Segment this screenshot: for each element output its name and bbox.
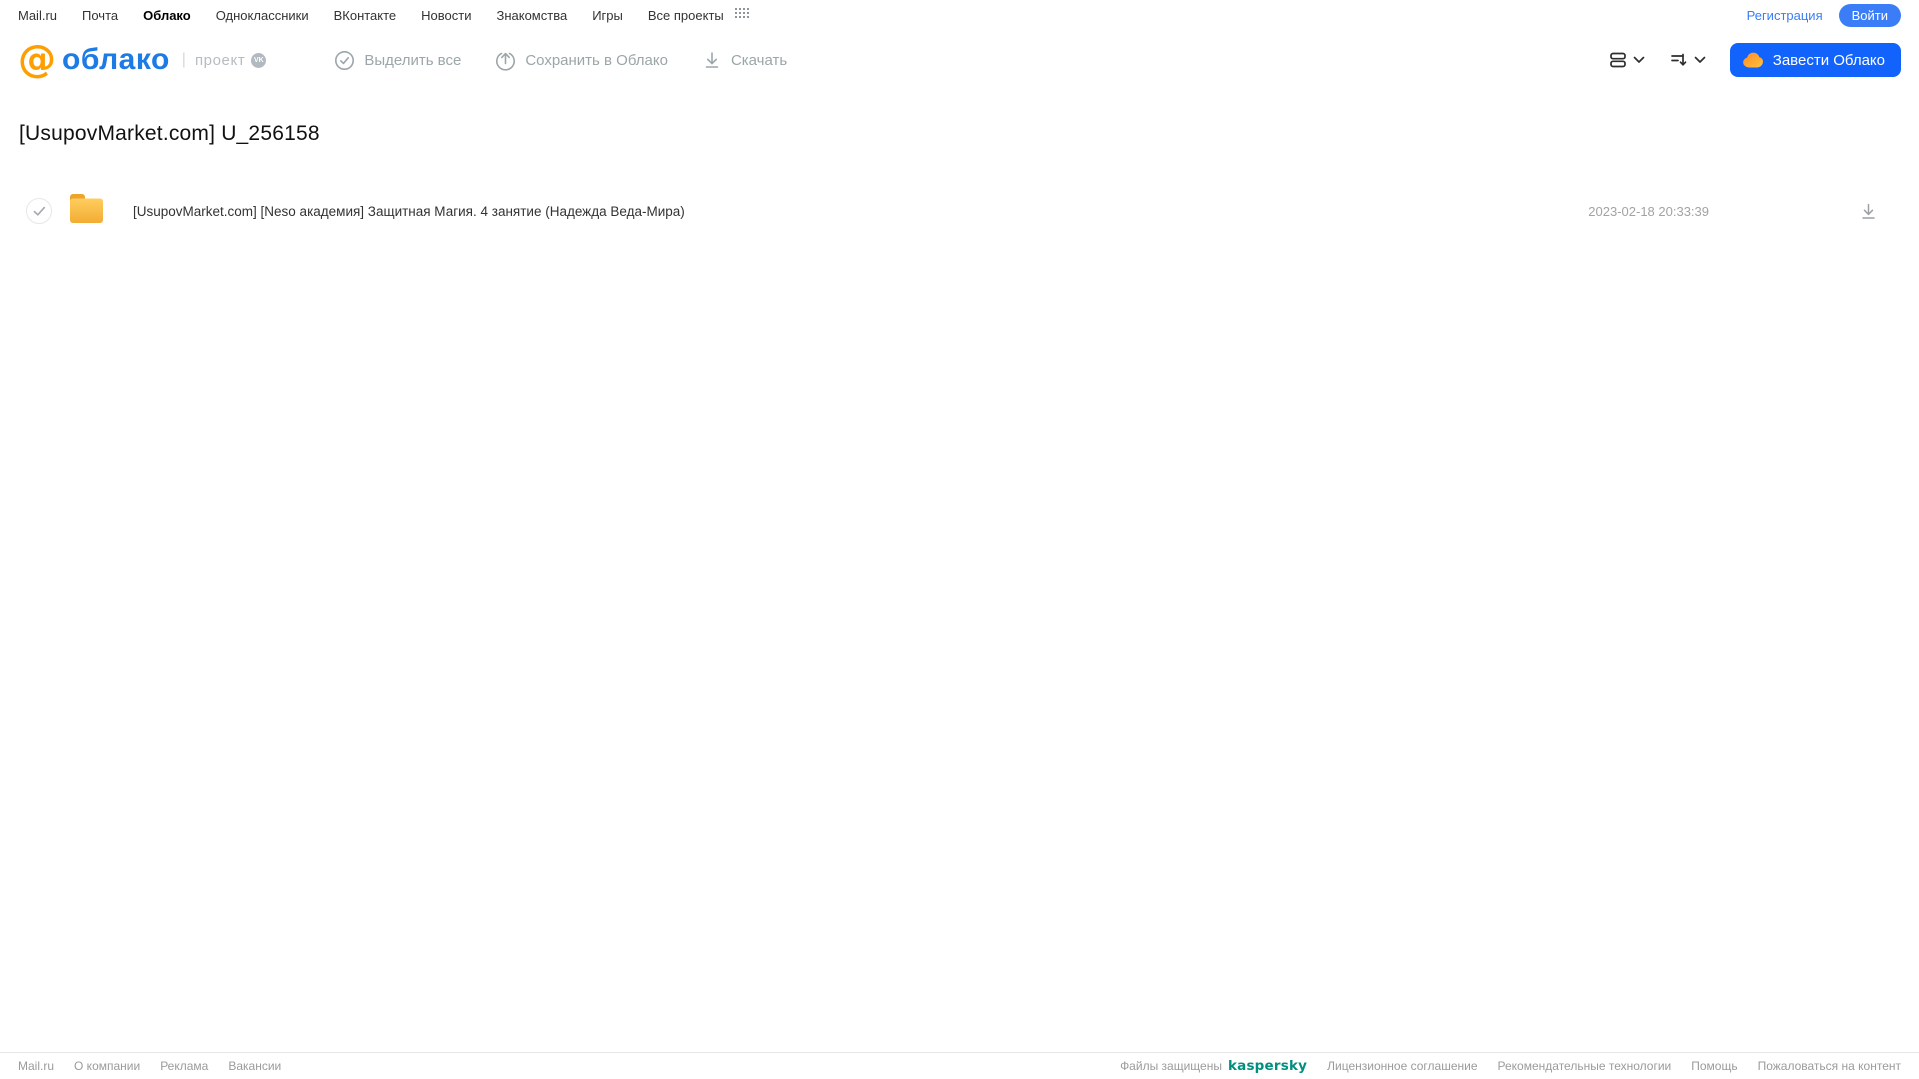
- page-title: [UsupovMarket.com] U_256158: [19, 122, 320, 145]
- sort-icon: [1669, 50, 1689, 70]
- registration-link[interactable]: Регистрация: [1747, 8, 1823, 23]
- logo-divider: |: [181, 51, 186, 68]
- folder-icon: [68, 193, 105, 229]
- footer-link-vakansii[interactable]: Вакансии: [228, 1059, 281, 1073]
- nav-link-pochta[interactable]: Почта: [82, 8, 118, 23]
- save-to-cloud-label: Сохранить в Облако: [525, 51, 668, 69]
- toolbar: Выделить все Сохранить в Облако Скачать: [334, 50, 787, 71]
- footer-right: Файлы защищены kaspersky Лицензионное со…: [1120, 1058, 1901, 1074]
- view-mode-dropdown[interactable]: [1608, 50, 1645, 70]
- footer-link-license[interactable]: Лицензионное соглашение: [1327, 1059, 1477, 1073]
- logo-wordmark: облако: [62, 43, 170, 76]
- kaspersky-logo[interactable]: kaspersky: [1228, 1058, 1307, 1074]
- check-circle-icon: [334, 50, 355, 71]
- row-checkbox[interactable]: [26, 198, 52, 224]
- get-cloud-button[interactable]: Завести Облако: [1729, 43, 1901, 77]
- footer-link-reklama[interactable]: Реклама: [160, 1059, 208, 1073]
- list-view-icon: [1608, 50, 1628, 70]
- nav-link-oblako[interactable]: Облако: [143, 8, 191, 23]
- vk-badge-icon: VK: [251, 52, 267, 68]
- chevron-down-icon: [1694, 56, 1706, 64]
- footer-link-mailru[interactable]: Mail.ru: [18, 1059, 54, 1073]
- save-to-cloud-button[interactable]: Сохранить в Облако: [495, 50, 668, 71]
- protected-label: Файлы защищены: [1120, 1059, 1222, 1073]
- footer-link-company[interactable]: О компании: [74, 1059, 140, 1073]
- nav-link-znakomstva[interactable]: Знакомства: [496, 8, 567, 23]
- nav-link-vse-proekty[interactable]: Все проекты: [648, 8, 724, 23]
- chevron-down-icon: [1633, 56, 1645, 64]
- download-label: Скачать: [730, 51, 788, 69]
- header: @ облако | проект VK Выделить все Сохран…: [0, 30, 1919, 90]
- row-download-icon[interactable]: [1859, 202, 1878, 221]
- nav-link-odnoklassniki[interactable]: Одноклассники: [216, 8, 309, 23]
- nav-link-mailru[interactable]: Mail.ru: [18, 8, 57, 23]
- header-right-controls: Завести Облако: [1608, 43, 1901, 77]
- upload-cloud-icon: [495, 50, 516, 71]
- nav-link-igry[interactable]: Игры: [592, 8, 623, 23]
- footer: Mail.ru О компании Реклама Вакансии Файл…: [0, 1052, 1919, 1079]
- file-modified-date: 2023-02-18 20:33:39: [1588, 203, 1709, 219]
- nav-link-vkontakte[interactable]: ВКонтакте: [334, 8, 397, 23]
- select-all-button[interactable]: Выделить все: [334, 50, 461, 71]
- footer-link-report-content[interactable]: Пожаловаться на контент: [1758, 1059, 1901, 1073]
- apps-grid-icon[interactable]: [734, 7, 750, 23]
- sort-dropdown[interactable]: [1669, 50, 1706, 70]
- footer-link-help[interactable]: Помощь: [1691, 1059, 1737, 1073]
- mailru-at-icon: @: [18, 36, 56, 81]
- select-all-label: Выделить все: [364, 51, 462, 69]
- download-button[interactable]: Скачать: [702, 50, 787, 70]
- project-label: проект: [194, 51, 246, 69]
- get-cloud-label: Завести Облако: [1772, 51, 1885, 69]
- cloud-logo[interactable]: @ облако | проект VK: [18, 36, 267, 81]
- download-icon: [702, 50, 722, 70]
- login-button[interactable]: Войти: [1838, 3, 1901, 27]
- portal-nav: Mail.ru Почта Облако Одноклассники ВКонт…: [0, 0, 1919, 30]
- footer-link-recommend-tech[interactable]: Рекомендательные технологии: [1498, 1059, 1672, 1073]
- nav-link-novosti[interactable]: Новости: [421, 8, 471, 23]
- cloud-icon: [1742, 52, 1764, 68]
- kaspersky-protected: Файлы защищены kaspersky: [1120, 1058, 1307, 1074]
- file-name-link[interactable]: [UsupovMarket.com] [Neso академия] Защит…: [133, 204, 685, 219]
- file-row[interactable]: [UsupovMarket.com] [Neso академия] Защит…: [0, 186, 1919, 236]
